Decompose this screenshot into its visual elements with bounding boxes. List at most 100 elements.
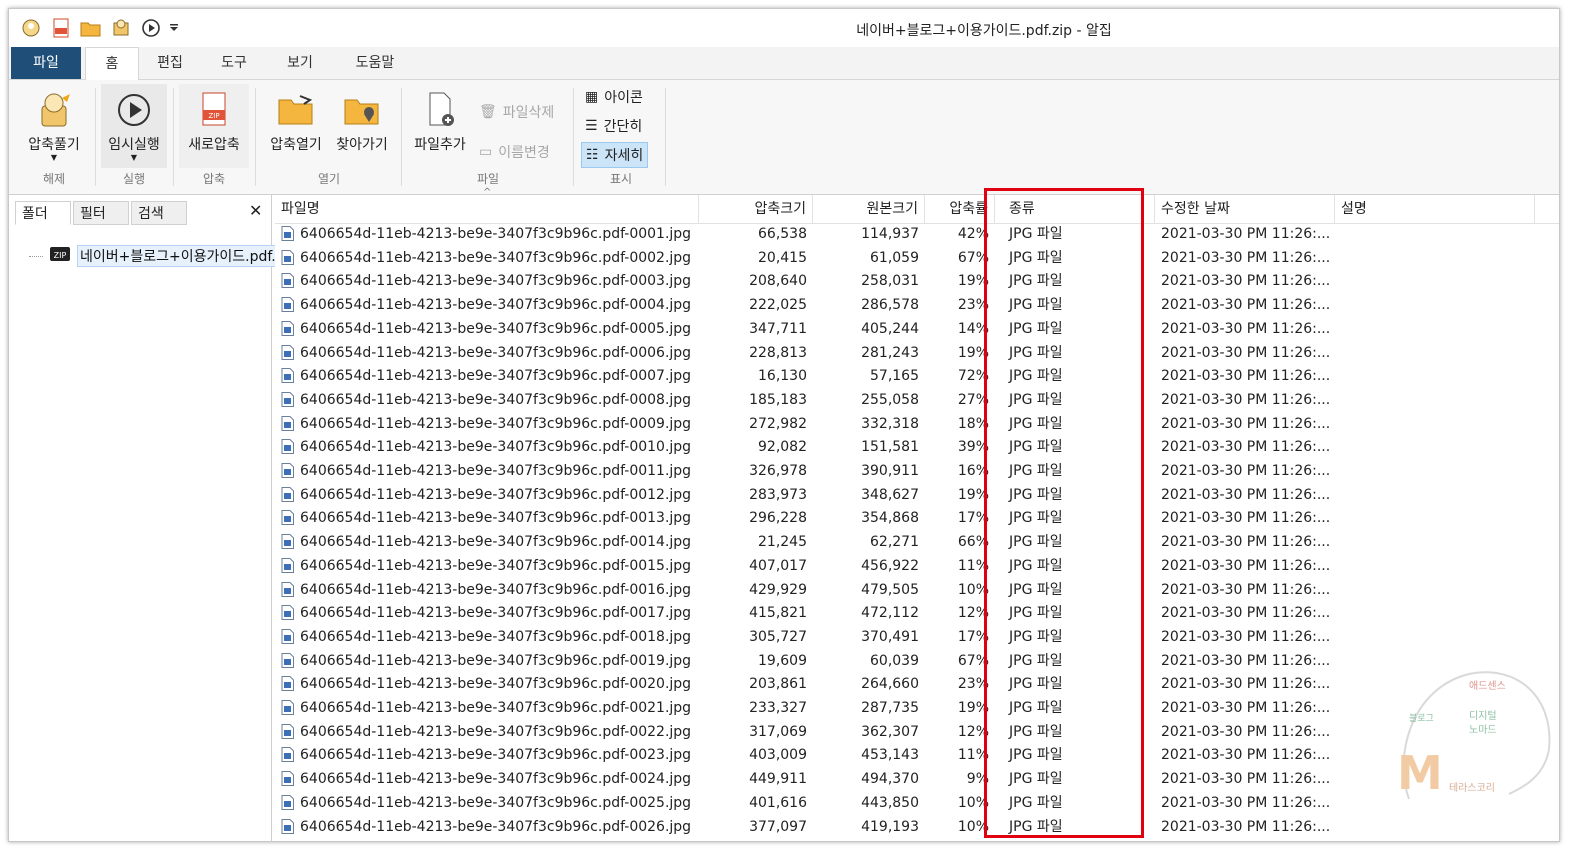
group-label-extract: 해제 [42,172,66,186]
view-simple-button[interactable]: ☰ 간단히 [585,114,642,138]
add-file-button[interactable]: 파일추가 [407,84,473,154]
compressed-size-cell: 305,727 [699,626,813,649]
delete-file-button[interactable]: 🗑 파일삭제 [479,100,554,124]
modified-date-cell-text: 2021-03-30 PM 11:26:... [1161,818,1331,835]
ratio-cell-text: 27% [957,391,989,408]
table-row[interactable]: 6406654d-11eb-4213-be9e-3407f3c9b96c.pdf… [275,365,1559,389]
type-cell: JPG 파일 [995,697,1155,720]
table-row[interactable]: 6406654d-11eb-4213-be9e-3407f3c9b96c.pdf… [275,294,1559,318]
ratio-cell: 72% [925,365,995,388]
locate-button[interactable]: 찾아가기 [327,84,397,154]
tab-search[interactable]: 검색 [131,201,187,225]
compressed-size-cell-text: 283,973 [749,486,807,503]
table-row[interactable]: 6406654d-11eb-4213-be9e-3407f3c9b96c.pdf… [275,342,1559,366]
table-row[interactable]: 6406654d-11eb-4213-be9e-3407f3c9b96c.pdf… [275,768,1559,792]
table-row[interactable]: 6406654d-11eb-4213-be9e-3407f3c9b96c.pdf… [275,555,1559,579]
original-size-cell-text: 114,937 [861,226,919,242]
group-label-view: 표시 [609,172,633,186]
table-row[interactable]: 6406654d-11eb-4213-be9e-3407f3c9b96c.pdf… [275,507,1559,531]
type-cell: JPG 파일 [995,460,1155,483]
tab-filter[interactable]: 필터 [73,201,129,225]
ratio-cell: 11% [925,555,995,578]
tab-home[interactable]: 홈 [85,47,139,81]
table-row[interactable]: 6406654d-11eb-4213-be9e-3407f3c9b96c.pdf… [275,673,1559,697]
close-pane-icon[interactable]: ✕ [249,201,262,220]
table-row[interactable]: 6406654d-11eb-4213-be9e-3407f3c9b96c.pdf… [275,460,1559,484]
column-header-compressed[interactable]: 압축크기 [699,195,813,223]
jpg-file-icon [281,794,294,810]
view-detail-button[interactable]: ☷ 자세히 [581,142,649,168]
table-row[interactable]: 6406654d-11eb-4213-be9e-3407f3c9b96c.pdf… [275,318,1559,342]
rename-button[interactable]: ▭ 이름변경 [479,140,550,164]
table-row[interactable]: 6406654d-11eb-4213-be9e-3407f3c9b96c.pdf… [275,650,1559,674]
view-icons-button[interactable]: ▦ 아이콘 [585,85,643,109]
ratio-cell-text: 9% [966,771,989,788]
type-cell-text: JPG 파일 [1009,368,1063,385]
file-name-cell-text: 6406654d-11eb-4213-be9e-3407f3c9b96c.pdf… [300,818,692,835]
modified-date-cell-text: 2021-03-30 PM 11:26:... [1161,226,1331,242]
tree-item-archive[interactable]: ZIP 네이버+블로그+이용가이드.pdf.zip [29,245,299,267]
column-header-modified[interactable]: 수정한 날짜 [1155,195,1335,223]
modified-date-cell: 2021-03-30 PM 11:26:... [1155,318,1335,341]
modified-date-cell-text: 2021-03-30 PM 11:26:... [1161,628,1331,645]
file-name-cell-text: 6406654d-11eb-4213-be9e-3407f3c9b96c.pdf… [300,486,692,503]
table-row[interactable]: 6406654d-11eb-4213-be9e-3407f3c9b96c.pdf… [275,602,1559,626]
tab-view[interactable]: 보기 [275,47,325,79]
locate-label: 찾아가기 [336,137,388,153]
ribbon-separator [401,88,402,186]
table-row[interactable]: 6406654d-11eb-4213-be9e-3407f3c9b96c.pdf… [275,721,1559,745]
table-row[interactable]: 6406654d-11eb-4213-be9e-3407f3c9b96c.pdf… [275,484,1559,508]
tab-help[interactable]: 도움말 [345,47,405,79]
modified-date-cell: 2021-03-30 PM 11:26:... [1155,555,1335,578]
modified-date-cell-text: 2021-03-30 PM 11:26:... [1161,415,1331,432]
ribbon-separator [95,88,96,186]
view-icons-label: 아이콘 [604,90,643,106]
extract-button[interactable]: 압축풀기 ▼ [17,84,91,162]
column-header-name[interactable]: 파일명 [275,195,699,223]
open-zip-button[interactable]: 압축열기 [261,84,331,154]
original-size-cell-text: 264,660 [861,676,919,693]
column-header-original[interactable]: 원본크기 [813,195,925,223]
compressed-size-cell-text: 228,813 [749,344,807,361]
column-header-description[interactable]: 설명 [1335,195,1535,223]
run-button[interactable]: 임시실행 ▼ [101,84,167,168]
tab-file[interactable]: 파일 [11,47,81,79]
table-row[interactable]: 6406654d-11eb-4213-be9e-3407f3c9b96c.pdf… [275,270,1559,294]
table-row[interactable]: 6406654d-11eb-4213-be9e-3407f3c9b96c.pdf… [275,792,1559,816]
type-cell: JPG 파일 [995,816,1155,839]
type-cell-text: JPG 파일 [1009,297,1063,314]
table-row[interactable]: 6406654d-11eb-4213-be9e-3407f3c9b96c.pdf… [275,531,1559,555]
tab-edit[interactable]: 편집 [145,47,195,79]
watermark-word-4: M [1397,746,1443,800]
original-size-cell-text: 286,578 [861,297,919,314]
table-row[interactable]: 6406654d-11eb-4213-be9e-3407f3c9b96c.pdf… [275,247,1559,271]
file-name-cell: 6406654d-11eb-4213-be9e-3407f3c9b96c.pdf… [275,223,699,246]
original-size-cell: 348,627 [813,484,925,507]
tab-tools[interactable]: 도구 [209,47,259,79]
table-row[interactable]: 6406654d-11eb-4213-be9e-3407f3c9b96c.pdf… [275,626,1559,650]
compressed-size-cell-text: 403,009 [749,747,807,764]
table-row[interactable]: 6406654d-11eb-4213-be9e-3407f3c9b96c.pdf… [275,697,1559,721]
tab-folder[interactable]: 폴더 [15,201,71,225]
table-row[interactable]: 6406654d-11eb-4213-be9e-3407f3c9b96c.pdf… [275,744,1559,768]
column-header-type[interactable]: 종류 [995,195,1155,223]
table-row[interactable]: 6406654d-11eb-4213-be9e-3407f3c9b96c.pdf… [275,816,1559,840]
dropdown-arrow-icon: ▼ [130,153,138,162]
table-row[interactable]: 6406654d-11eb-4213-be9e-3407f3c9b96c.pdf… [275,389,1559,413]
table-row[interactable]: 6406654d-11eb-4213-be9e-3407f3c9b96c.pdf… [275,436,1559,460]
modified-date-cell-text: 2021-03-30 PM 11:26:... [1161,771,1331,788]
new-zip-button[interactable]: ZIP 새로압축 [179,84,249,168]
ratio-cell: 17% [925,507,995,530]
play-icon [114,90,154,130]
original-size-cell: 287,735 [813,697,925,720]
modified-date-cell-text: 2021-03-30 PM 11:26:... [1161,273,1331,290]
file-name-cell-text: 6406654d-11eb-4213-be9e-3407f3c9b96c.pdf… [300,700,692,716]
file-name-cell: 6406654d-11eb-4213-be9e-3407f3c9b96c.pdf… [275,365,699,388]
table-row[interactable]: 6406654d-11eb-4213-be9e-3407f3c9b96c.pdf… [275,579,1559,603]
ratio-cell-text: 10% [957,794,989,811]
table-row[interactable]: 6406654d-11eb-4213-be9e-3407f3c9b96c.pdf… [275,413,1559,437]
original-size-cell: 61,059 [813,247,925,270]
column-header-ratio[interactable]: 압축률 [925,195,995,223]
table-row[interactable]: 6406654d-11eb-4213-be9e-3407f3c9b96c.pdf… [275,223,1559,247]
watermark-word-0: 애드센스 [1469,680,1506,692]
